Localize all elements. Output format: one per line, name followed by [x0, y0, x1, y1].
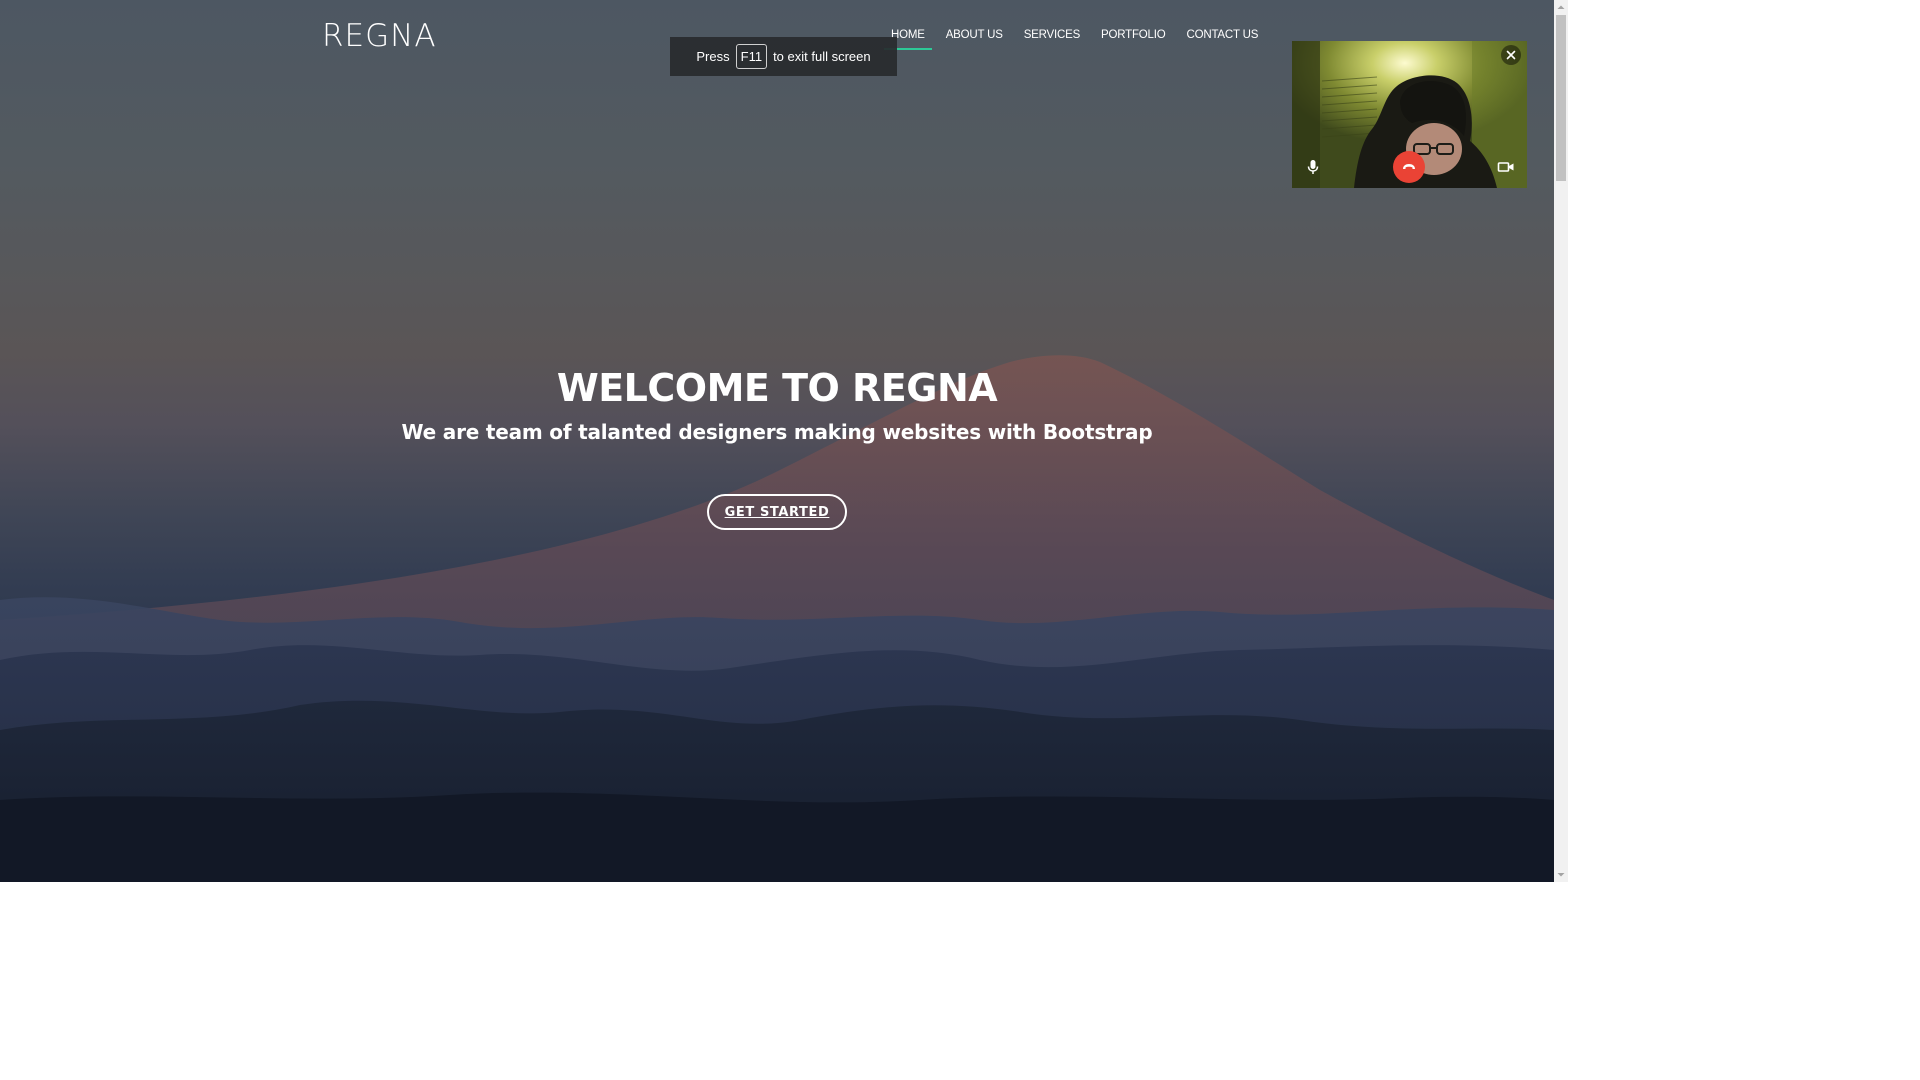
nav-link-services[interactable]: SERVICES — [1017, 27, 1087, 49]
scrollbar-thumb[interactable] — [1556, 15, 1566, 181]
scroll-down-button[interactable] — [1554, 868, 1568, 882]
toggle-camera-button[interactable] — [1497, 158, 1515, 176]
browser-viewport: REGNA HOME ABOUT US SERVICES PORTFOLIO C… — [0, 0, 1568, 882]
video-camera-icon — [1497, 162, 1514, 172]
hero-subtitle: We are team of talanted designers making… — [401, 420, 1153, 444]
main-navigation: HOME ABOUT US SERVICES PORTFOLIO CONTACT… — [884, 27, 1273, 50]
fullscreen-notice-prefix: Press — [696, 49, 730, 64]
chevron-up-icon — [1557, 5, 1565, 9]
fullscreen-notice-suffix: to exit full screen — [773, 49, 871, 64]
nav-item-contact-us: CONTACT US — [1180, 27, 1273, 49]
close-video-call-button[interactable] — [1501, 45, 1521, 65]
hang-up-icon — [1403, 164, 1415, 169]
end-call-button[interactable] — [1393, 151, 1425, 183]
scroll-up-button[interactable] — [1554, 0, 1568, 14]
mute-microphone-button[interactable] — [1304, 158, 1322, 176]
nav-item-portfolio: PORTFOLIO — [1094, 27, 1179, 49]
site-logo[interactable]: REGNA — [322, 18, 437, 54]
close-icon — [1506, 50, 1516, 60]
microphone-icon — [1307, 160, 1319, 174]
get-started-button[interactable]: GET STARTED — [707, 494, 847, 530]
nav-link-portfolio[interactable]: PORTFOLIO — [1094, 27, 1172, 49]
nav-item-about-us: ABOUT US — [939, 27, 1017, 49]
hero-title: WELCOME TO REGNA — [556, 366, 998, 410]
nav-link-contact-us[interactable]: CONTACT US — [1180, 27, 1266, 49]
video-call-widget[interactable] — [1292, 41, 1527, 188]
vertical-scrollbar[interactable] — [1554, 0, 1568, 882]
fullscreen-exit-notice: Press F11 to exit full screen — [670, 37, 897, 76]
f11-key-badge: F11 — [735, 44, 768, 69]
nav-link-about-us[interactable]: ABOUT US — [939, 27, 1010, 49]
chevron-down-icon — [1557, 873, 1565, 877]
nav-item-services: SERVICES — [1017, 27, 1094, 49]
